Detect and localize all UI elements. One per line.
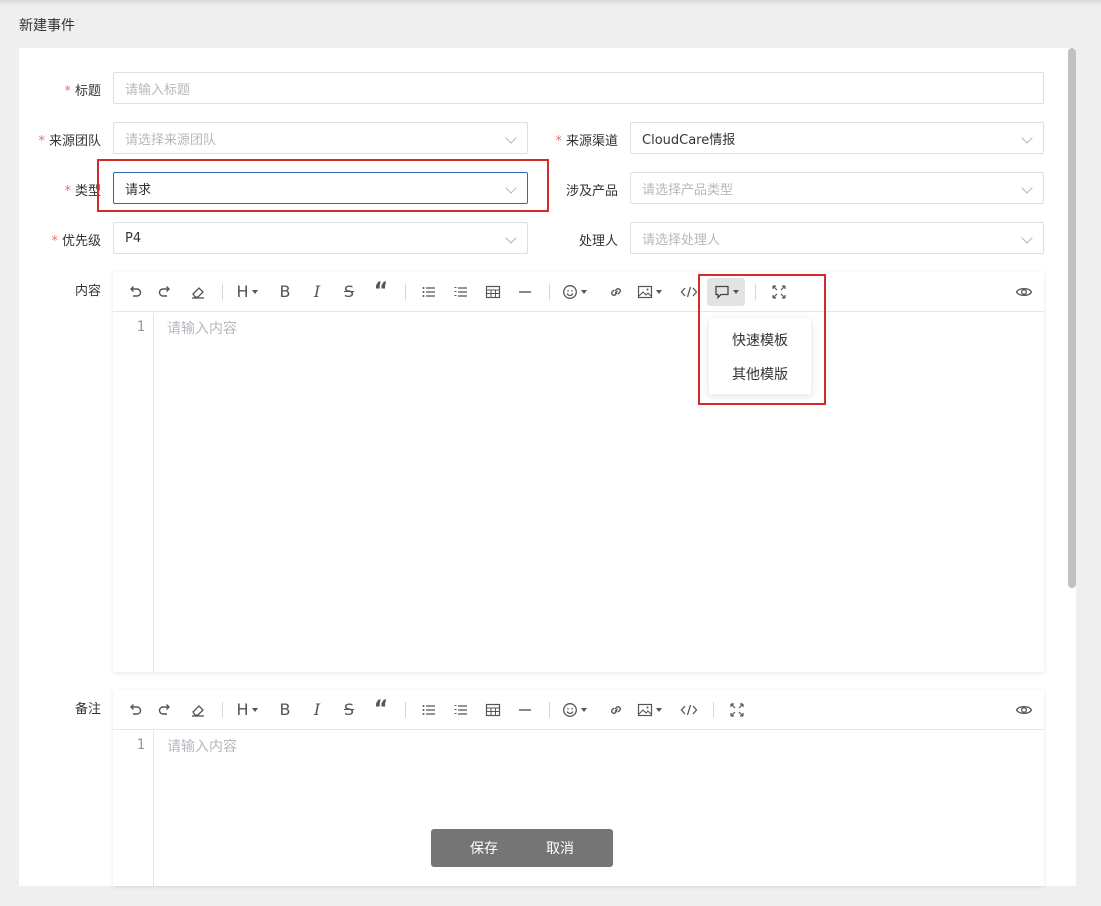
line-number-gutter xyxy=(113,313,154,672)
source-team-label: * 来源团队 xyxy=(38,134,101,149)
emoji-icon[interactable] xyxy=(562,696,587,724)
toolbar-separator xyxy=(222,284,223,300)
save-button[interactable]: 保存 xyxy=(470,838,498,858)
caret-down-icon xyxy=(581,290,587,294)
cancel-button[interactable]: 取消 xyxy=(546,838,574,858)
code-icon[interactable] xyxy=(677,696,701,724)
title-label: * 标题 xyxy=(64,84,101,99)
required-mark: * xyxy=(64,84,71,99)
image-icon[interactable] xyxy=(637,696,662,724)
heading-icon[interactable]: H xyxy=(235,696,259,724)
caret-down-icon xyxy=(732,290,739,294)
content-placeholder[interactable]: 请输入内容 xyxy=(167,318,237,338)
type-label: * 类型 xyxy=(64,184,101,199)
chevron-down-icon xyxy=(1021,132,1033,144)
chevron-down-icon xyxy=(505,182,517,194)
chevron-down-icon xyxy=(505,232,517,244)
redo-icon[interactable] xyxy=(153,696,177,724)
menu-item-other-template[interactable]: 其他模版 xyxy=(709,364,811,384)
strikethrough-icon[interactable]: S xyxy=(337,278,361,306)
quote-icon[interactable]: “ xyxy=(369,278,393,306)
chevron-down-icon xyxy=(1021,232,1033,244)
eraser-icon[interactable] xyxy=(186,696,210,724)
product-select[interactable]: 请选择产品类型 xyxy=(630,172,1044,204)
preview-eye-icon[interactable] xyxy=(1012,278,1036,306)
heading-icon[interactable]: H xyxy=(235,278,259,306)
action-bar: 保存 取消 xyxy=(431,829,613,867)
toolbar-separator xyxy=(713,702,714,718)
line-number-gutter xyxy=(113,731,154,886)
caret-down-icon xyxy=(656,708,662,712)
line-number: 1 xyxy=(136,737,145,753)
source-channel-select[interactable]: CloudCare情报 xyxy=(630,122,1044,154)
type-select[interactable]: 请求 xyxy=(113,172,528,204)
editor-toolbar: H B I S “ xyxy=(113,690,1044,730)
ordered-list-icon[interactable] xyxy=(449,278,473,306)
priority-select[interactable]: P4 xyxy=(113,222,528,254)
table-icon[interactable] xyxy=(481,278,505,306)
source-channel-label: * 来源渠道 xyxy=(555,134,618,149)
link-icon[interactable] xyxy=(604,696,628,724)
remark-label: 备注 xyxy=(74,702,101,717)
toolbar-separator xyxy=(222,702,223,718)
content-editor[interactable]: H B I S “ 1 请输入内容 xyxy=(113,272,1044,672)
ordered-list-icon[interactable] xyxy=(449,696,473,724)
editor-toolbar: H B I S “ xyxy=(113,272,1044,312)
top-shadow xyxy=(0,0,1101,6)
toolbar-separator xyxy=(405,284,406,300)
required-mark: * xyxy=(51,234,58,249)
source-team-select[interactable]: 请选择来源团队 xyxy=(113,122,528,154)
assignee-select[interactable]: 请选择处理人 xyxy=(630,222,1044,254)
fullscreen-icon[interactable] xyxy=(725,696,749,724)
title-input[interactable]: 请输入标题 xyxy=(113,72,1044,104)
menu-item-quick-template[interactable]: 快速模板 xyxy=(709,330,811,350)
fullscreen-icon[interactable] xyxy=(767,278,791,306)
undo-icon[interactable] xyxy=(123,278,147,306)
strikethrough-icon[interactable]: S xyxy=(337,696,361,724)
horizontal-rule-icon[interactable] xyxy=(513,278,537,306)
bullet-list-icon[interactable] xyxy=(417,696,441,724)
emoji-icon[interactable] xyxy=(562,278,587,306)
chevron-down-icon xyxy=(505,132,517,144)
italic-icon[interactable]: I xyxy=(305,696,329,724)
scrollbar[interactable] xyxy=(1068,48,1076,588)
toolbar-separator xyxy=(549,284,550,300)
toolbar-separator xyxy=(755,284,756,300)
redo-icon[interactable] xyxy=(153,278,177,306)
italic-icon[interactable]: I xyxy=(305,278,329,306)
caret-down-icon xyxy=(251,708,258,712)
line-number: 1 xyxy=(136,319,145,335)
bullet-list-icon[interactable] xyxy=(417,278,441,306)
image-icon[interactable] xyxy=(637,278,662,306)
bold-icon[interactable]: B xyxy=(273,278,297,306)
remark-placeholder[interactable]: 请输入内容 xyxy=(167,736,237,756)
bold-icon[interactable]: B xyxy=(273,696,297,724)
template-dropdown-menu: 快速模板 其他模版 xyxy=(709,318,811,394)
page-title: 新建事件 xyxy=(19,18,75,34)
caret-down-icon xyxy=(656,290,662,294)
link-icon[interactable] xyxy=(604,278,628,306)
toolbar-separator xyxy=(549,702,550,718)
priority-label: * 优先级 xyxy=(51,234,101,249)
chevron-down-icon xyxy=(1021,182,1033,194)
product-label: 涉及产品 xyxy=(565,184,618,199)
required-mark: * xyxy=(38,134,45,149)
code-icon[interactable] xyxy=(677,278,701,306)
assignee-label: 处理人 xyxy=(578,234,618,249)
toolbar-separator xyxy=(405,702,406,718)
undo-icon[interactable] xyxy=(123,696,147,724)
comment-template-icon[interactable] xyxy=(707,278,745,306)
caret-down-icon xyxy=(581,708,587,712)
horizontal-rule-icon[interactable] xyxy=(513,696,537,724)
table-icon[interactable] xyxy=(481,696,505,724)
required-mark: * xyxy=(64,184,71,199)
required-mark: * xyxy=(555,134,562,149)
content-label: 内容 xyxy=(74,284,101,299)
preview-eye-icon[interactable] xyxy=(1012,696,1036,724)
quote-icon[interactable]: “ xyxy=(369,696,393,724)
eraser-icon[interactable] xyxy=(186,278,210,306)
caret-down-icon xyxy=(251,290,258,294)
